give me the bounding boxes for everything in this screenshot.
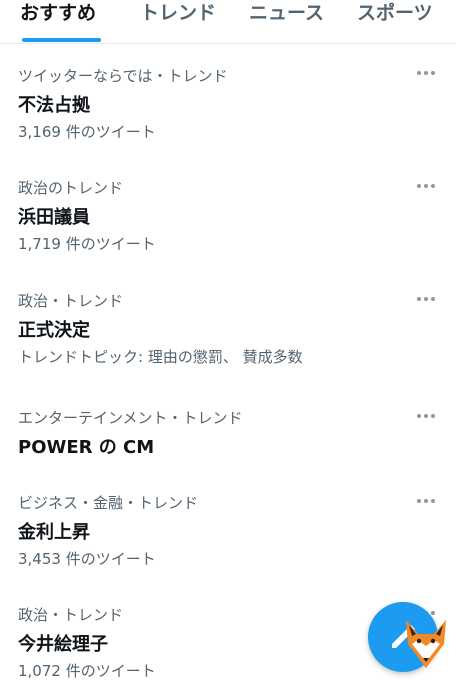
trend-name: 正式決定 (18, 320, 90, 341)
trend-item[interactable]: 政治のトレンド 浜田議員 1,719 件のツイート (0, 170, 456, 270)
trend-context: エンターテインメント・トレンド (18, 409, 243, 427)
trend-name: 不法占拠 (18, 95, 90, 116)
explore-tab-bar: おすすめ トレンド ニュース スポーツ (0, 0, 456, 44)
active-tab-indicator (22, 38, 101, 42)
tab-news[interactable]: ニュース (249, 0, 324, 44)
trend-item[interactable]: エンターテインメント・トレンド POWER の CM (0, 400, 456, 470)
more-horizontal-icon[interactable] (414, 496, 438, 506)
more-horizontal-icon[interactable] (414, 68, 438, 78)
trend-context: ツイッターならでは・トレンド (18, 67, 228, 85)
trend-tweet-count: 1,719 件のツイート (18, 235, 156, 253)
fox-watermark-icon (406, 620, 446, 668)
tab-sports[interactable]: スポーツ (357, 0, 433, 44)
trend-context: 政治のトレンド (18, 179, 124, 197)
trend-item[interactable]: ビジネス・金融・トレンド 金利上昇 3,453 件のツイート (0, 485, 456, 585)
trend-topics: トレンドトピック: 理由の懲罰、 賛成多数 (18, 348, 303, 366)
trend-name: 今井絵理子 (18, 634, 108, 655)
trend-context: 政治・トレンド (18, 606, 124, 624)
trend-tweet-count: 3,169 件のツイート (18, 123, 156, 141)
trend-context: ビジネス・金融・トレンド (18, 494, 199, 512)
trend-name: 金利上昇 (18, 522, 90, 543)
trend-name: 浜田議員 (18, 207, 90, 228)
trend-tweet-count: 1,072 件のツイート (18, 662, 156, 680)
trend-item[interactable]: 政治・トレンド 正式決定 トレンドトピック: 理由の懲罰、 賛成多数 (0, 283, 456, 383)
tab-trending[interactable]: トレンド (140, 0, 216, 44)
more-horizontal-icon[interactable] (414, 411, 438, 421)
more-horizontal-icon[interactable] (414, 181, 438, 191)
trend-item[interactable]: ツイッターならでは・トレンド 不法占拠 3,169 件のツイート (0, 58, 456, 158)
trend-tweet-count: 3,453 件のツイート (18, 550, 156, 568)
trend-context: 政治・トレンド (18, 292, 124, 310)
trend-name: POWER の CM (18, 437, 155, 458)
more-horizontal-icon[interactable] (414, 294, 438, 304)
